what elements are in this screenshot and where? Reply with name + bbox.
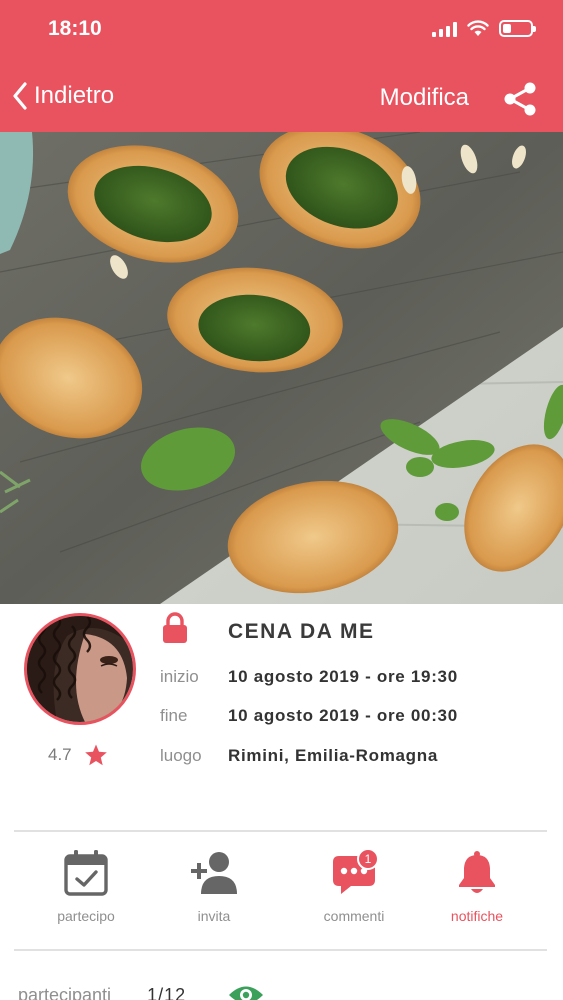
rating-value: 4.7 bbox=[48, 745, 72, 764]
end-label: fine bbox=[160, 706, 188, 725]
status-time: 18:10 bbox=[48, 17, 102, 40]
add-user-icon bbox=[191, 852, 237, 894]
place-row: luogo Rimini, Emilia-Romagna bbox=[160, 746, 438, 766]
invite-label: invita bbox=[197, 908, 231, 924]
host-rating: 4.7 bbox=[48, 743, 108, 767]
comments-button[interactable]: 1 commenti bbox=[294, 848, 414, 924]
back-label: Indietro bbox=[34, 82, 115, 109]
participants-label: partecipanti bbox=[18, 984, 112, 1000]
event-cover-image bbox=[0, 132, 563, 604]
bell-icon bbox=[459, 851, 495, 893]
event-title: CENA DA ME bbox=[228, 620, 375, 643]
action-bar: partecipo invita 1 commenti notifiche bbox=[0, 848, 563, 940]
notifications-button[interactable]: notifiche bbox=[417, 850, 537, 924]
lock-icon bbox=[163, 612, 187, 643]
divider-bottom bbox=[14, 949, 547, 951]
participate-label: partecipo bbox=[57, 908, 115, 924]
comments-badge: 1 bbox=[357, 848, 379, 870]
end-row: fine 10 agosto 2019 - ore 00:30 bbox=[160, 706, 458, 726]
notifications-label: notifiche bbox=[450, 908, 504, 924]
place-label: luogo bbox=[160, 746, 202, 765]
star-icon bbox=[84, 744, 107, 766]
end-value: 10 agosto 2019 - ore 00:30 bbox=[228, 706, 458, 725]
participate-button[interactable]: partecipo bbox=[26, 850, 146, 924]
back-button[interactable]: Indietro bbox=[12, 82, 114, 110]
start-row: inizio 10 agosto 2019 - ore 19:30 bbox=[160, 667, 458, 687]
edit-button[interactable]: Modifica bbox=[380, 84, 469, 112]
eye-icon[interactable] bbox=[228, 982, 264, 1000]
place-value: Rimini, Emilia-Romagna bbox=[228, 746, 438, 765]
wifi-icon bbox=[467, 20, 489, 36]
signal-icon bbox=[432, 21, 457, 37]
chevron-left-icon bbox=[13, 82, 27, 110]
start-value: 10 agosto 2019 - ore 19:30 bbox=[228, 667, 458, 686]
comments-label: commenti bbox=[323, 908, 385, 924]
battery-icon bbox=[499, 20, 536, 37]
top-bar: 18:10 Indietro Modifica bbox=[0, 0, 563, 132]
participants-count: 1/12 bbox=[147, 984, 187, 1000]
calendar-check-icon bbox=[64, 850, 108, 896]
status-icons bbox=[432, 20, 536, 37]
divider-top bbox=[14, 830, 547, 832]
participants-row[interactable]: partecipanti 1/12 bbox=[18, 982, 264, 1000]
host-avatar[interactable] bbox=[24, 613, 136, 725]
invite-button[interactable]: invita bbox=[154, 850, 274, 924]
share-icon[interactable] bbox=[501, 80, 539, 118]
start-label: inizio bbox=[160, 667, 199, 686]
